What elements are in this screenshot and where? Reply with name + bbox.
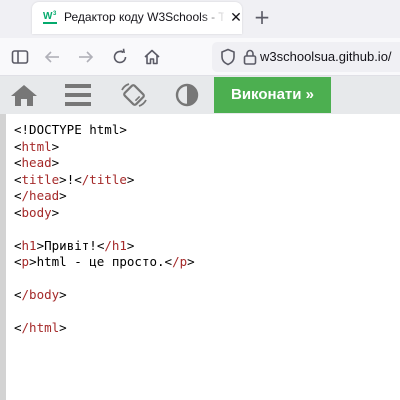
code-line: <h1>Привіт!</h1> xyxy=(14,237,135,253)
reload-icon[interactable] xyxy=(110,47,130,67)
code-line: </head> xyxy=(14,188,67,203)
code-line: <p>html - це просто.</p> xyxy=(14,254,195,269)
menu-icon[interactable] xyxy=(63,82,93,108)
code-line: <title>!</title> xyxy=(14,171,135,187)
run-button[interactable]: Виконати » xyxy=(214,77,331,113)
theme-toggle-icon[interactable] xyxy=(172,82,202,108)
rotate-icon[interactable] xyxy=(119,82,149,108)
home-icon[interactable] xyxy=(142,47,162,67)
code-line: <html> xyxy=(14,138,60,154)
code-line: </html> xyxy=(14,320,67,335)
sidebar-icon[interactable] xyxy=(10,47,30,67)
url-bar[interactable]: w3schoolsua.github.io/ xyxy=(212,42,400,72)
code-line: </body> xyxy=(14,287,67,302)
home-icon[interactable] xyxy=(9,82,39,108)
navigation-bar: w3schoolsua.github.io/ xyxy=(0,38,400,76)
close-tab-button[interactable]: ✕ xyxy=(228,8,244,28)
tab-title-fade xyxy=(200,6,226,30)
lock-icon[interactable] xyxy=(240,47,260,67)
code-line: <!DOCTYPE html> xyxy=(14,122,127,137)
code-editor[interactable]: <!DOCTYPE html> <html> <head> <title>!</tit… xyxy=(6,114,400,400)
code-line: <head> xyxy=(14,155,60,170)
svg-text:W: W xyxy=(43,11,53,22)
url-text[interactable]: w3schoolsua.github.io/ xyxy=(260,49,392,64)
forward-icon[interactable] xyxy=(76,47,96,67)
editor-toolbar: Виконати » xyxy=(0,76,400,114)
shield-icon[interactable] xyxy=(218,47,238,67)
tab-strip: W 3 Редактор коду W3Schools - Try ✕ + xyxy=(0,0,400,38)
new-tab-button[interactable]: + xyxy=(252,4,272,30)
back-icon[interactable] xyxy=(42,47,62,67)
browser-tab[interactable]: W 3 Редактор коду W3Schools - Try ✕ xyxy=(32,2,242,34)
w3schools-favicon-icon: W 3 xyxy=(42,9,58,27)
code-line: <body> xyxy=(14,204,60,220)
